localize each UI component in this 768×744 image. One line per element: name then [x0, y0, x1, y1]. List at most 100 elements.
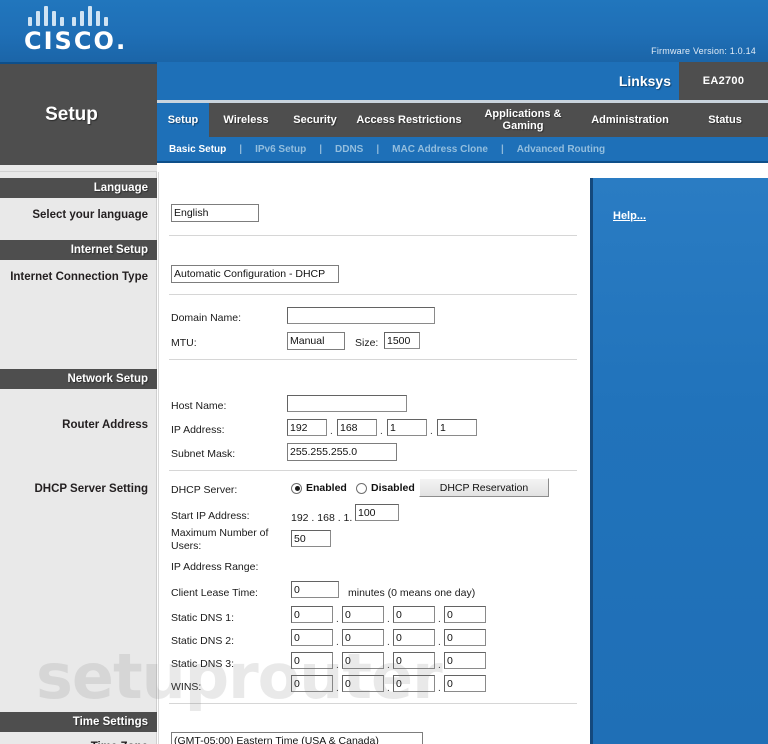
host-name-input[interactable]: [287, 395, 407, 412]
divider-mtu: [169, 359, 577, 360]
static-dns-3-dot-3: .: [438, 660, 441, 671]
maximum-users-label-line2: Users:: [171, 540, 202, 552]
page-title-block: Setup: [0, 62, 157, 165]
client-lease-time-suffix: minutes (0 means one day): [348, 587, 476, 599]
host-name-label: Host Name:: [171, 400, 227, 412]
subtab-ipv6-setup[interactable]: IPv6 Setup: [255, 144, 306, 155]
client-lease-time-label: Client Lease Time:: [171, 587, 258, 599]
static-dns-2-octet-3[interactable]: [393, 629, 435, 646]
dhcp-reservation-button[interactable]: DHCP Reservation: [419, 478, 549, 497]
subtab-separator-2: |: [319, 143, 323, 155]
static-dns-3-dot-1: .: [336, 660, 339, 671]
tab-applications-gaming-line1: Applications &: [484, 108, 562, 120]
static-dns-1-octet-3[interactable]: [393, 606, 435, 623]
help-link[interactable]: Help...: [613, 210, 646, 222]
tab-security[interactable]: Security: [283, 103, 347, 137]
ip-address-octet-4[interactable]: [437, 419, 477, 436]
subtab-ddns[interactable]: DDNS: [335, 144, 363, 155]
dhcp-enabled-radio-option[interactable]: Enabled: [291, 482, 347, 494]
static-dns-2-octet-4[interactable]: [444, 629, 486, 646]
tab-applications-gaming[interactable]: Applications & Gaming: [471, 103, 575, 137]
ip-octet-dot-3: .: [430, 426, 433, 437]
ip-address-label: IP Address:: [171, 424, 225, 436]
client-lease-time-input[interactable]: [291, 581, 339, 598]
tab-wireless[interactable]: Wireless: [209, 103, 283, 137]
start-ip-prefix: 192 . 168 . 1.: [291, 512, 353, 524]
mtu-size-label: Size:: [355, 337, 379, 349]
domain-name-input[interactable]: [287, 307, 435, 324]
subtab-separator-4: |: [500, 143, 504, 155]
tab-setup[interactable]: Setup: [157, 103, 209, 137]
mtu-size-input[interactable]: [384, 332, 420, 349]
model-strip: Linksys EA2700: [157, 62, 768, 100]
ip-address-octet-2[interactable]: [337, 419, 377, 436]
subtab-separator-1: |: [239, 143, 243, 155]
dhcp-enabled-radio[interactable]: [291, 482, 302, 494]
start-ip-last-octet-input[interactable]: [355, 504, 399, 521]
ip-address-octet-1[interactable]: [287, 419, 327, 436]
maximum-users-label-line1: Maximum Number of: [171, 527, 269, 539]
dhcp-enabled-label: Enabled: [306, 482, 347, 494]
tab-access-restrictions[interactable]: Access Restrictions: [347, 103, 471, 137]
static-dns-2-label: Static DNS 2:: [171, 635, 235, 647]
ip-address-octet-3[interactable]: [387, 419, 427, 436]
cisco-wordmark: CISCO.: [24, 26, 128, 55]
wins-octet-4[interactable]: [444, 675, 486, 692]
divider-network-setup: [169, 470, 577, 471]
label-internet-connection-type: Internet Connection Type: [10, 271, 148, 283]
static-dns-1-dot-3: .: [438, 614, 441, 625]
dhcp-disabled-radio[interactable]: [356, 482, 367, 494]
subnet-mask-select[interactable]: 255.255.255.0255.255.254.0255.255.252.02…: [287, 443, 397, 461]
static-dns-1-octet-4[interactable]: [444, 606, 486, 623]
static-dns-3-label: Static DNS 3:: [171, 658, 235, 670]
static-dns-1-octet-2[interactable]: [342, 606, 384, 623]
wins-dot-1: .: [336, 683, 339, 694]
label-router-address: Router Address: [62, 419, 148, 431]
tab-administration[interactable]: Administration: [575, 103, 685, 137]
static-dns-3-octet-2[interactable]: [342, 652, 384, 669]
sub-tabs: Basic Setup | IPv6 Setup | DDNS | MAC Ad…: [157, 137, 768, 163]
dhcp-disabled-radio-option[interactable]: Disabled: [356, 482, 415, 494]
wins-octet-1[interactable]: [291, 675, 333, 692]
cisco-logo: CISCO.: [24, 6, 144, 56]
firmware-version: Firmware Version: 1.0.14: [651, 46, 756, 56]
time-zone-select[interactable]: (GMT-08:00) Pacific Time (USA & Canada)(…: [171, 732, 423, 744]
ip-octet-dot-1: .: [330, 426, 333, 437]
wins-label: WINS:: [171, 681, 202, 693]
divider-dhcp: [169, 703, 577, 704]
static-dns-3-octet-1[interactable]: [291, 652, 333, 669]
mtu-label: MTU:: [171, 337, 197, 349]
product-family-label: Linksys: [618, 73, 671, 89]
wins-dot-2: .: [387, 683, 390, 694]
language-select[interactable]: EnglishDeutschEspañolFrançaisItalianoNed…: [171, 204, 259, 222]
cisco-wordmark-text: CISCO: [24, 27, 116, 55]
static-dns-3-dot-2: .: [387, 660, 390, 671]
static-dns-3-octet-4[interactable]: [444, 652, 486, 669]
wins-octet-3[interactable]: [393, 675, 435, 692]
label-select-your-language: Select your language: [32, 209, 148, 221]
section-label-column: Language Select your language Internet S…: [0, 172, 157, 744]
settings-form: EnglishDeutschEspañolFrançaisItalianoNed…: [158, 172, 585, 744]
mtu-select[interactable]: AutoManual: [287, 332, 345, 350]
maximum-users-input[interactable]: [291, 530, 331, 547]
domain-name-label: Domain Name:: [171, 312, 242, 324]
static-dns-3-octet-3[interactable]: [393, 652, 435, 669]
divider-language: [169, 235, 577, 236]
divider-internet-setup: [169, 294, 577, 295]
subtab-basic-setup[interactable]: Basic Setup: [169, 144, 226, 155]
subnet-mask-label: Subnet Mask:: [171, 448, 236, 460]
static-dns-2-octet-2[interactable]: [342, 629, 384, 646]
static-dns-1-octet-1[interactable]: [291, 606, 333, 623]
subtab-advanced-routing[interactable]: Advanced Routing: [517, 144, 605, 155]
static-dns-2-octet-1[interactable]: [291, 629, 333, 646]
section-heading-network-setup: Network Setup: [0, 369, 157, 389]
subtab-mac-address-clone[interactable]: MAC Address Clone: [392, 144, 488, 155]
dhcp-server-label: DHCP Server:: [171, 484, 238, 496]
internet-connection-type-select[interactable]: Automatic Configuration - DHCPStatic IPP…: [171, 265, 339, 283]
wins-octet-2[interactable]: [342, 675, 384, 692]
tab-status[interactable]: Status: [685, 103, 765, 137]
tab-applications-gaming-line2: Gaming: [502, 120, 544, 132]
sidebar-top-gap: [0, 165, 157, 172]
page-title: Setup: [45, 104, 98, 125]
start-ip-address-label: Start IP Address:: [171, 510, 250, 522]
